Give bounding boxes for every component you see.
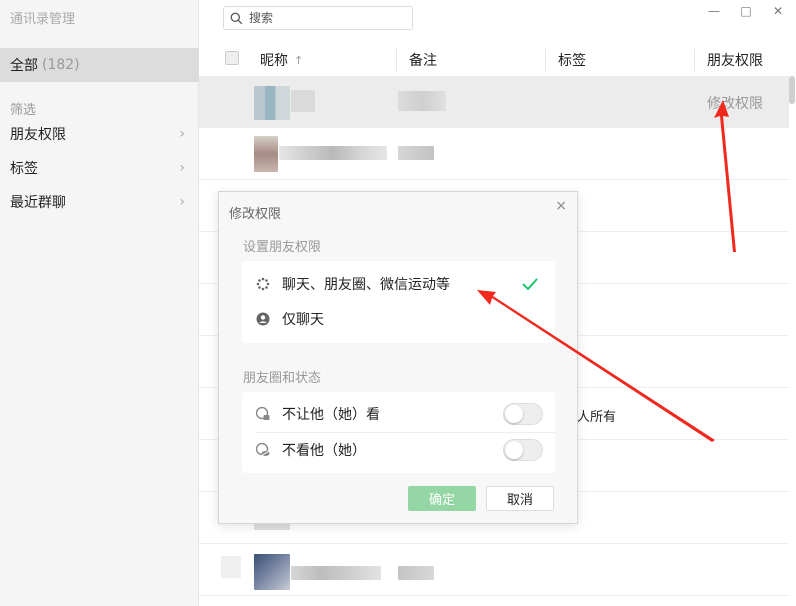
filter-section-label: 筛选 (10, 103, 37, 118)
dialog-title: 修改权限 (229, 207, 282, 222)
toggle-row-hide-their-moments: 不看他（她） (242, 432, 555, 467)
column-divider (396, 49, 397, 71)
permission-options-card: 聊天、朋友圈、微信运动等 仅聊天 (242, 261, 555, 343)
option-label: 仅聊天 (282, 311, 324, 328)
toggle-knob (505, 441, 523, 459)
cancel-button[interactable]: 取消 (486, 486, 554, 511)
close-icon[interactable]: × (555, 198, 567, 214)
column-header-remark[interactable]: 备注 (409, 50, 437, 70)
sidebar-item-label: 最近群聊 (10, 195, 66, 211)
column-header-permission[interactable]: 朋友权限 (707, 50, 763, 70)
checkmark-icon (522, 278, 538, 291)
chevron-right-icon: › (179, 160, 185, 176)
search-icon (230, 12, 243, 24)
column-header-tag[interactable]: 标签 (558, 50, 586, 70)
spinner-icon (256, 277, 270, 291)
user-icon (256, 312, 270, 326)
column-header-nickname[interactable]: 昵称 ↑ (260, 50, 303, 70)
confirm-button[interactable]: 确定 (408, 486, 476, 511)
blurred-remark (398, 566, 434, 580)
edit-permission-dialog: 修改权限 × 设置朋友权限 聊天、朋友圈、微信运动等 仅聊天 朋友圈和状态 不让… (218, 191, 578, 524)
toggle-row-hide-my-moments: 不让他（她）看 (242, 396, 555, 431)
table-row[interactable] (199, 544, 789, 596)
moments-eye-off-icon (256, 443, 270, 457)
window-controls: — □ ✕ (698, 2, 794, 20)
toggle-knob (505, 405, 523, 423)
select-all-checkbox[interactable] (225, 51, 239, 65)
hide-their-moments-toggle[interactable] (503, 439, 543, 461)
moments-toggles-card: 不让他（她）看 不看他（她） (242, 392, 555, 473)
friend-permission-section-label: 设置朋友权限 (243, 240, 322, 255)
hide-my-moments-toggle[interactable] (503, 403, 543, 425)
sort-asc-icon: ↑ (294, 53, 304, 67)
option-chat-moments-werun[interactable]: 聊天、朋友圈、微信运动等 (242, 266, 555, 301)
option-chat-only[interactable]: 仅聊天 (242, 301, 555, 336)
sidebar-item-label: 朋友权限 (10, 127, 66, 143)
sidebar-item-all[interactable]: 全部 (182) (0, 48, 199, 82)
blurred-name (279, 146, 387, 160)
moments-status-section-label: 朋友圈和状态 (243, 371, 322, 386)
minimize-button[interactable]: — (698, 2, 730, 20)
sidebar-item-all-count: (182) (42, 57, 80, 73)
toggle-label: 不让他（她）看 (282, 406, 380, 423)
sidebar-item-tags[interactable]: 标签 › (0, 153, 199, 183)
toggle-label: 不看他（她） (282, 442, 366, 459)
sidebar-item-all-label: 全部 (10, 58, 38, 74)
moments-lock-icon (256, 407, 270, 420)
close-window-button[interactable]: ✕ (762, 2, 794, 20)
edit-permission-link[interactable]: 修改权限 (707, 93, 763, 113)
blurred-checkbox (221, 556, 241, 578)
chevron-right-icon: › (179, 194, 185, 210)
scrollbar[interactable] (789, 76, 795, 104)
avatar (254, 554, 290, 590)
maximize-button[interactable]: □ (730, 2, 762, 20)
sidebar-item-friend-permission[interactable]: 朋友权限 › (0, 119, 199, 149)
column-divider (545, 49, 546, 71)
option-label: 聊天、朋友圈、微信运动等 (282, 276, 450, 293)
blurred-remark (398, 91, 446, 111)
blurred-remark (398, 146, 434, 160)
sidebar-item-label: 标签 (10, 161, 38, 177)
avatar (254, 136, 278, 172)
search-input[interactable] (249, 11, 399, 25)
table-header: 昵称 ↑ 备注 标签 朋友权限 (199, 44, 796, 76)
blurred-name (291, 90, 315, 112)
search-box[interactable] (223, 6, 413, 30)
table-row[interactable] (199, 128, 789, 180)
table-row[interactable]: 修改权限 (199, 76, 789, 128)
sidebar-item-recent-groups[interactable]: 最近群聊 › (0, 187, 199, 217)
blurred-name (291, 566, 381, 580)
avatar (254, 86, 290, 120)
partial-permission-text: 人所有 (577, 410, 617, 425)
app-title: 通讯录管理 (10, 12, 76, 27)
sidebar: 通讯录管理 全部 (182) 筛选 朋友权限 › 标签 › 最近群聊 › (0, 0, 199, 606)
column-divider (694, 49, 695, 71)
chevron-right-icon: › (179, 126, 185, 142)
